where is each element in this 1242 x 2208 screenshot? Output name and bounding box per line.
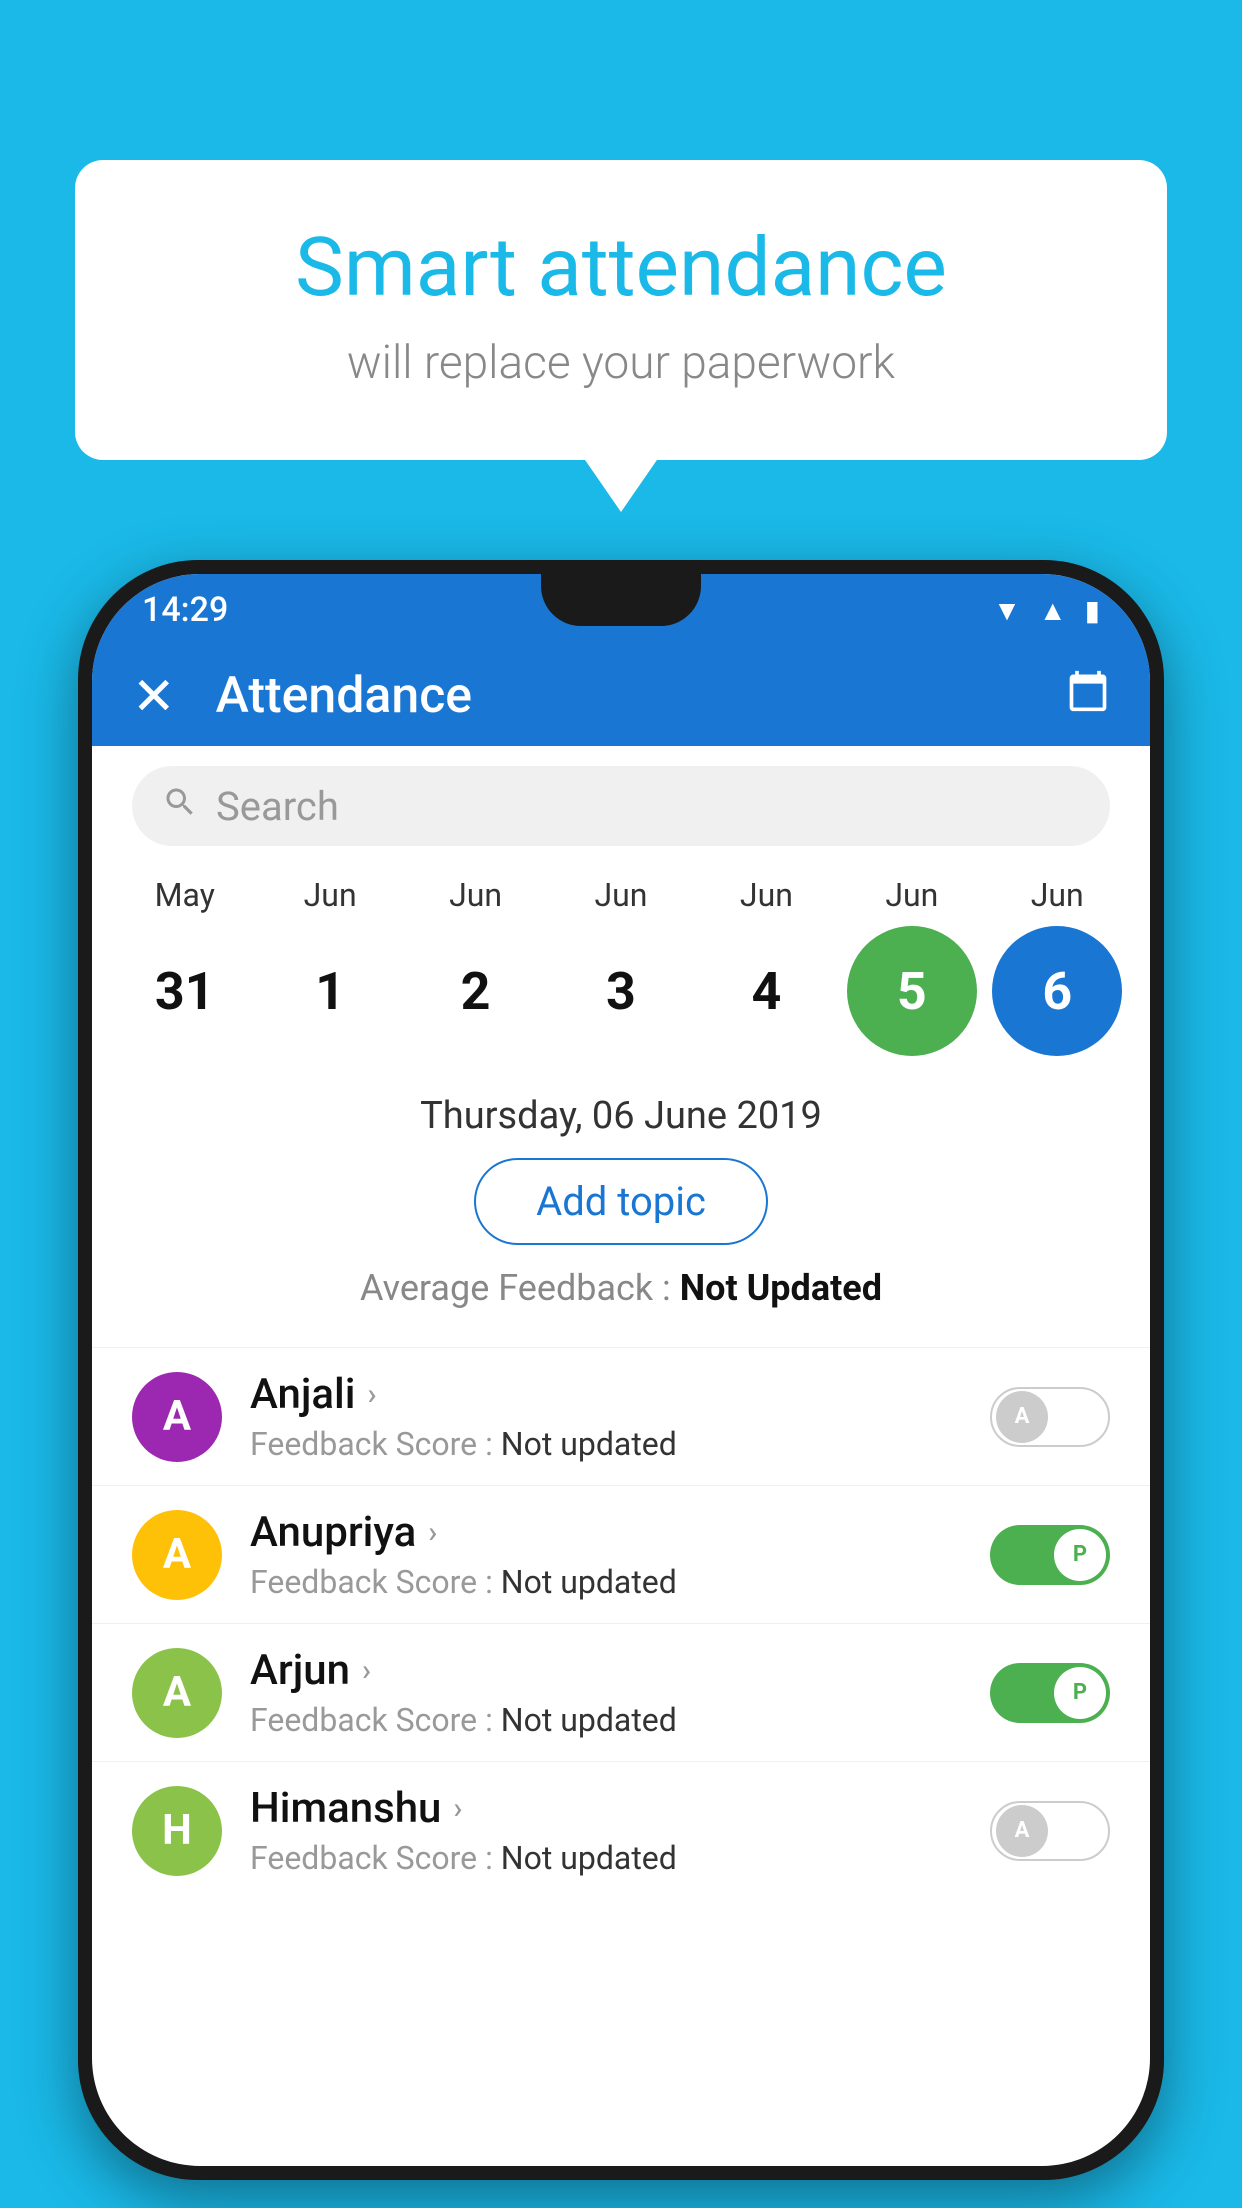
student-feedback: Feedback Score : Not updated <box>250 1425 990 1463</box>
student-name: Himanshu › <box>250 1784 990 1833</box>
day-2[interactable]: 2 <box>411 926 541 1056</box>
selected-date-text: Thursday, 06 June 2019 <box>132 1094 1110 1138</box>
student-name: Arjun › <box>250 1646 990 1695</box>
speech-bubble: Smart attendance will replace your paper… <box>75 160 1167 460</box>
avg-feedback: Average Feedback : Not Updated <box>132 1267 1110 1309</box>
status-time: 14:29 <box>142 590 228 630</box>
toggle-knob: P <box>1054 1667 1106 1719</box>
status-icons: ▼ ▲ ▮ <box>993 594 1100 627</box>
day-5-today[interactable]: 5 <box>847 926 977 1056</box>
list-item[interactable]: A Arjun › Feedback Score : Not updated P <box>92 1623 1150 1761</box>
avg-feedback-label: Average Feedback : <box>360 1267 680 1309</box>
list-item[interactable]: A Anupriya › Feedback Score : Not update… <box>92 1485 1150 1623</box>
day-3[interactable]: 3 <box>556 926 686 1056</box>
toggle-knob: A <box>996 1391 1048 1443</box>
date-cell-jun6[interactable]: Jun <box>992 876 1122 914</box>
app-bar: ✕ Attendance <box>92 646 1150 746</box>
close-button[interactable]: ✕ <box>132 666 176 727</box>
add-topic-button[interactable]: Add topic <box>474 1158 768 1245</box>
avatar: H <box>132 1786 222 1876</box>
student-feedback: Feedback Score : Not updated <box>250 1563 990 1601</box>
avg-feedback-value: Not Updated <box>680 1267 882 1309</box>
date-cell-jun1[interactable]: Jun <box>265 876 395 914</box>
date-cell-may31[interactable]: May <box>120 876 250 914</box>
app-bar-title: Attendance <box>216 667 1066 725</box>
phone-inner: 14:29 ▼ ▲ ▮ ✕ Attendance <box>92 574 1150 2166</box>
date-cell-jun5[interactable]: Jun <box>847 876 977 914</box>
student-info: Anjali › Feedback Score : Not updated <box>250 1370 990 1463</box>
bubble-title: Smart attendance <box>155 220 1087 316</box>
search-icon <box>162 784 198 829</box>
speech-bubble-container: Smart attendance will replace your paper… <box>75 160 1167 460</box>
chevron-right-icon: › <box>428 1515 437 1550</box>
student-info: Arjun › Feedback Score : Not updated <box>250 1646 990 1739</box>
list-item[interactable]: A Anjali › Feedback Score : Not updated … <box>92 1347 1150 1485</box>
date-cell-jun4[interactable]: Jun <box>701 876 831 914</box>
student-list: A Anjali › Feedback Score : Not updated … <box>92 1347 1150 1899</box>
student-info: Himanshu › Feedback Score : Not updated <box>250 1784 990 1877</box>
list-item[interactable]: H Himanshu › Feedback Score : Not update… <box>92 1761 1150 1899</box>
attendance-toggle-on[interactable]: P <box>990 1525 1110 1585</box>
search-bar-container: Search <box>92 746 1150 866</box>
wifi-icon: ▼ <box>993 594 1021 627</box>
add-topic-label: Add topic <box>536 1178 706 1225</box>
day-6-selected[interactable]: 6 <box>992 926 1122 1056</box>
chevron-right-icon: › <box>367 1377 376 1412</box>
content-area: Thursday, 06 June 2019 Add topic Average… <box>92 1076 1150 1347</box>
student-name: Anjali › <box>250 1370 990 1419</box>
date-cell-jun3[interactable]: Jun <box>556 876 686 914</box>
day-1[interactable]: 1 <box>265 926 395 1056</box>
phone-notch <box>541 574 701 626</box>
toggle-knob: A <box>996 1805 1048 1857</box>
calendar-icon[interactable] <box>1066 669 1110 724</box>
attendance-toggle-off[interactable]: A <box>990 1387 1110 1447</box>
attendance-toggle-off[interactable]: A <box>990 1801 1110 1861</box>
date-cell-jun2[interactable]: Jun <box>411 876 541 914</box>
date-picker: May Jun Jun Jun Jun Jun Jun <box>92 866 1150 1076</box>
search-bar[interactable]: Search <box>132 766 1110 846</box>
avatar: A <box>132 1648 222 1738</box>
phone-frame: 14:29 ▼ ▲ ▮ ✕ Attendance <box>78 560 1164 2180</box>
chevron-right-icon: › <box>453 1791 462 1826</box>
student-feedback: Feedback Score : Not updated <box>250 1701 990 1739</box>
attendance-toggle-on[interactable]: P <box>990 1663 1110 1723</box>
date-days-row: 31 1 2 3 4 5 6 <box>112 926 1130 1056</box>
battery-icon: ▮ <box>1085 594 1100 627</box>
bubble-subtitle: will replace your paperwork <box>155 336 1087 390</box>
search-placeholder: Search <box>216 783 339 830</box>
toggle-knob: P <box>1054 1529 1106 1581</box>
chevron-right-icon: › <box>362 1653 371 1688</box>
signal-icon: ▲ <box>1039 594 1067 627</box>
avatar: A <box>132 1372 222 1462</box>
day-31[interactable]: 31 <box>120 926 250 1056</box>
date-months-row: May Jun Jun Jun Jun Jun Jun <box>112 876 1130 914</box>
student-feedback: Feedback Score : Not updated <box>250 1839 990 1877</box>
student-info: Anupriya › Feedback Score : Not updated <box>250 1508 990 1601</box>
day-4[interactable]: 4 <box>701 926 831 1056</box>
student-name: Anupriya › <box>250 1508 990 1557</box>
avatar: A <box>132 1510 222 1600</box>
